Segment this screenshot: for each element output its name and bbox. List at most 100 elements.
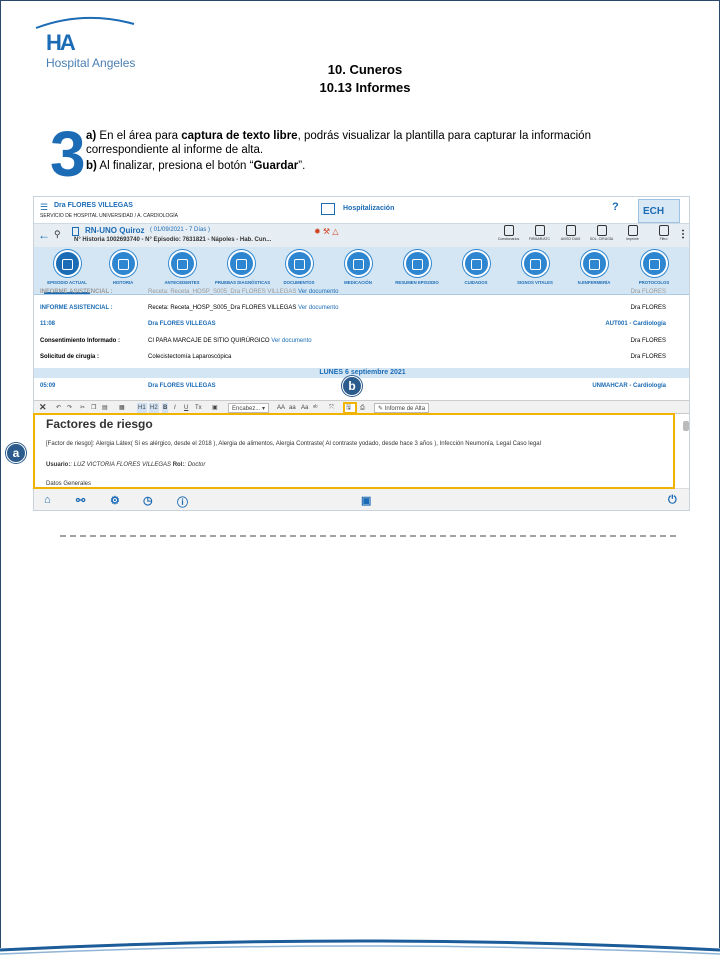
- view-document-link[interactable]: Ver documento: [298, 289, 338, 295]
- nav-label: EPISODIO ACTUAL: [47, 280, 87, 285]
- clear-format-button[interactable]: Tx: [195, 403, 202, 413]
- tool-cuestionarios[interactable]: Cuestionarios: [496, 225, 521, 241]
- nav-historia[interactable]: HISTORIA: [97, 250, 149, 285]
- paste-icon[interactable]: ▤: [102, 403, 108, 413]
- questionnaire-icon: [503, 225, 514, 236]
- tool-cirugia[interactable]: SOL. CIRUGÍA: [589, 225, 614, 241]
- print-preview-icon[interactable]: ⎙: [360, 403, 365, 413]
- spellcheck-icon[interactable]: ᵃᵇ: [313, 403, 318, 413]
- patient-document-icon: [72, 227, 79, 236]
- record-text: Receta: Receta_HOSP_S005_Dra FLORES VILL…: [148, 305, 297, 311]
- record-text: Colecistectomía Laparoscópica: [148, 354, 232, 360]
- editor-scrollbar[interactable]: [683, 421, 689, 431]
- callout-badge-b: b: [342, 376, 362, 396]
- report-type-button[interactable]: ✎ Informe de Alta: [374, 403, 430, 413]
- protocols-icon: [640, 250, 668, 277]
- undo-icon[interactable]: ↶: [56, 403, 61, 413]
- nav-signos[interactable]: SIGNOS VITALES: [509, 250, 561, 285]
- doctor-name: Dra FLORES VILLEGAS: [54, 202, 133, 209]
- image-icon[interactable]: ▣: [212, 403, 218, 413]
- archive-icon[interactable]: ▣: [361, 494, 371, 507]
- surgery-icon: [596, 225, 607, 236]
- record-unit: UNMAHCAR - Cardiología: [592, 383, 666, 389]
- report-type-label: Informe de Alta: [384, 406, 426, 412]
- home-icon[interactable]: ⌂: [44, 494, 51, 506]
- hospital-icon: [321, 203, 335, 215]
- help-icon[interactable]: ?: [612, 201, 619, 213]
- nav-pruebas[interactable]: PRUEBAS DIAGNÓSTICAS: [215, 250, 270, 285]
- record-text: Receta: Receta_HOSP_S005_Dra FLORES VILL…: [148, 289, 297, 295]
- nav-episodio-actual[interactable]: EPISODIO ACTUAL: [41, 250, 93, 285]
- alarm-clock-icon[interactable]: ◷: [143, 494, 153, 507]
- record-row: Solicitud de cirugía : Colecistectomía L…: [40, 354, 680, 366]
- italic-button[interactable]: I: [174, 403, 176, 413]
- tool-label: Imprimir: [626, 237, 639, 241]
- tool-label: SOL. CIRUGÍA: [589, 237, 614, 241]
- redo-icon[interactable]: ↷: [67, 403, 72, 413]
- tool-filtro[interactable]: Filtro: [651, 225, 676, 241]
- binoculars-icon[interactable]: ⚯: [76, 494, 85, 507]
- font-size-up-button[interactable]: AA: [277, 403, 285, 413]
- dashed-separator: [60, 535, 676, 537]
- footer-wave-decoration: [0, 938, 720, 960]
- menu-icon[interactable]: ☰: [40, 202, 48, 213]
- tool-label: Filtro: [659, 237, 668, 241]
- font-size-down-button[interactable]: aa: [289, 403, 296, 413]
- record-unit: AUT001 - Cardiología: [605, 321, 666, 327]
- view-document-link[interactable]: Ver documento: [298, 305, 338, 311]
- capitalize-button[interactable]: Aa: [301, 403, 308, 413]
- patient-bar: ← ⚲ RN-UNO Quiroz ( 01/09/2021 - 7 Días …: [34, 223, 689, 247]
- logo-mark: HA: [46, 30, 76, 55]
- nav-enfermeria[interactable]: N.ENFERMERÍA: [568, 250, 620, 285]
- settings-gear-icon[interactable]: ⚙: [110, 494, 120, 507]
- record-text: CI PARA MARCAJE DE SITIO QUIRÚRGICO: [148, 338, 270, 344]
- nav-cuidados[interactable]: CUIDADOS: [450, 250, 502, 285]
- nav-label: RESUMEN EPISODIO: [395, 280, 439, 285]
- bold-button[interactable]: B: [162, 403, 169, 413]
- underline-button[interactable]: U: [184, 403, 188, 413]
- tool-aviso[interactable]: AVISO DIAS: [558, 225, 583, 241]
- tool-imprimir[interactable]: Imprimir: [620, 225, 645, 241]
- location-pin-icon[interactable]: ⚲: [54, 229, 61, 240]
- nav-protocolos[interactable]: PROTOCOLOS: [628, 250, 680, 285]
- tool-label: AVISO DIAS: [560, 237, 581, 241]
- alert-icons: ✹ ⚒ △: [314, 227, 339, 236]
- editor-toolbar: ✕ ↶ ↷ ✂ ❐ ▤ ▦ H1 H2 B I U Tx ▣ Encabez..…: [34, 400, 689, 414]
- tool-firmar[interactable]: FIRMAR/ATC: [527, 225, 552, 241]
- patient-details: N° Historia 1002693740 - N° Episodio: 76…: [74, 237, 272, 243]
- filter-icon: [658, 225, 669, 236]
- cut-icon[interactable]: ✂: [80, 403, 85, 413]
- record-row: INFORME ASISTENCIAL : Receta: Receta_HOS…: [40, 289, 680, 301]
- heading-select[interactable]: Encabez... ▾: [228, 403, 270, 413]
- heading2-button[interactable]: H2: [149, 403, 159, 413]
- instruction-a: a) En el área para captura de texto libr…: [86, 129, 646, 157]
- instruction-a-bold: captura de texto libre: [181, 130, 298, 142]
- step-instructions: a) En el área para captura de texto libr…: [86, 129, 646, 175]
- print-icon: [627, 225, 638, 236]
- table-icon[interactable]: ▦: [119, 403, 125, 413]
- more-options-icon[interactable]: ⋮: [678, 229, 688, 240]
- close-editor-icon[interactable]: ✕: [39, 403, 47, 413]
- heading1-button[interactable]: H1: [137, 403, 147, 413]
- documents-icon: [285, 250, 313, 277]
- patient-date: ( 01/09/2021 - 7 Días ): [150, 227, 211, 233]
- record-desc: Receta: Receta_HOSP_S005_Dra FLORES VILL…: [148, 289, 338, 295]
- copy-icon[interactable]: ❐: [91, 403, 96, 413]
- fullscreen-icon[interactable]: ⤧: [329, 403, 334, 413]
- nav-antecedentes[interactable]: ANTECEDENTES: [156, 250, 208, 285]
- nav-documentos[interactable]: DOCUMENTOS: [273, 250, 325, 285]
- back-arrow-icon[interactable]: ←: [38, 228, 50, 242]
- power-icon[interactable]: ⏻: [668, 494, 677, 507]
- notice-icon: [565, 225, 576, 236]
- summary-icon: [403, 250, 431, 277]
- record-time: 05:09: [40, 383, 56, 389]
- nav-resumen[interactable]: RESUMEN EPISODIO: [391, 250, 443, 285]
- tests-icon: [227, 250, 255, 277]
- nav-medicacion[interactable]: MEDICACIÓN: [332, 250, 384, 285]
- module-nav: EPISODIO ACTUAL HISTORIA ANTECEDENTES PR…: [34, 247, 689, 295]
- view-document-link[interactable]: Ver documento: [271, 338, 311, 344]
- nurse-icon: [580, 250, 608, 277]
- record-desc: CI PARA MARCAJE DE SITIO QUIRÚRGICO Ver …: [148, 338, 312, 344]
- nav-label: N.ENFERMERÍA: [577, 280, 611, 285]
- info-icon[interactable]: ⓘ: [177, 494, 188, 510]
